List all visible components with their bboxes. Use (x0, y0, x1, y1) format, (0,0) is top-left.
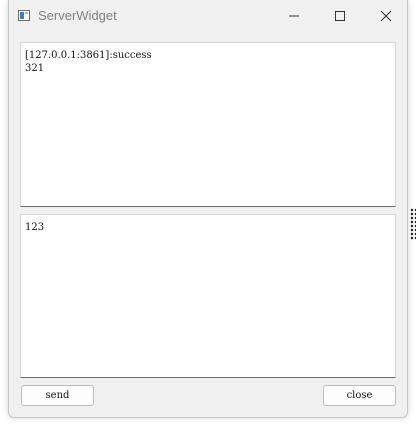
close-window-button[interactable] (363, 0, 409, 32)
window-title: ServerWidget (38, 8, 117, 23)
app-window-icon (18, 10, 30, 21)
server-widget-window: ServerWidget [127.0.0.1:3861]:success 32… (8, 0, 408, 418)
desktop-speckle (410, 208, 416, 240)
maximize-icon (335, 11, 345, 21)
title-bar[interactable]: ServerWidget (9, 0, 407, 32)
send-button[interactable]: send (21, 385, 94, 406)
close-icon (380, 10, 392, 22)
receive-text: [127.0.0.1:3861]:success 321 (25, 50, 152, 74)
receive-text-area[interactable]: [127.0.0.1:3861]:success 321 (20, 42, 396, 207)
send-text: 123 (25, 222, 45, 233)
close-button[interactable]: close (323, 385, 396, 406)
maximize-button[interactable] (317, 0, 363, 32)
send-text-area[interactable]: 123 (20, 214, 396, 378)
minimize-button[interactable] (271, 0, 317, 32)
minimize-icon (289, 15, 299, 17)
